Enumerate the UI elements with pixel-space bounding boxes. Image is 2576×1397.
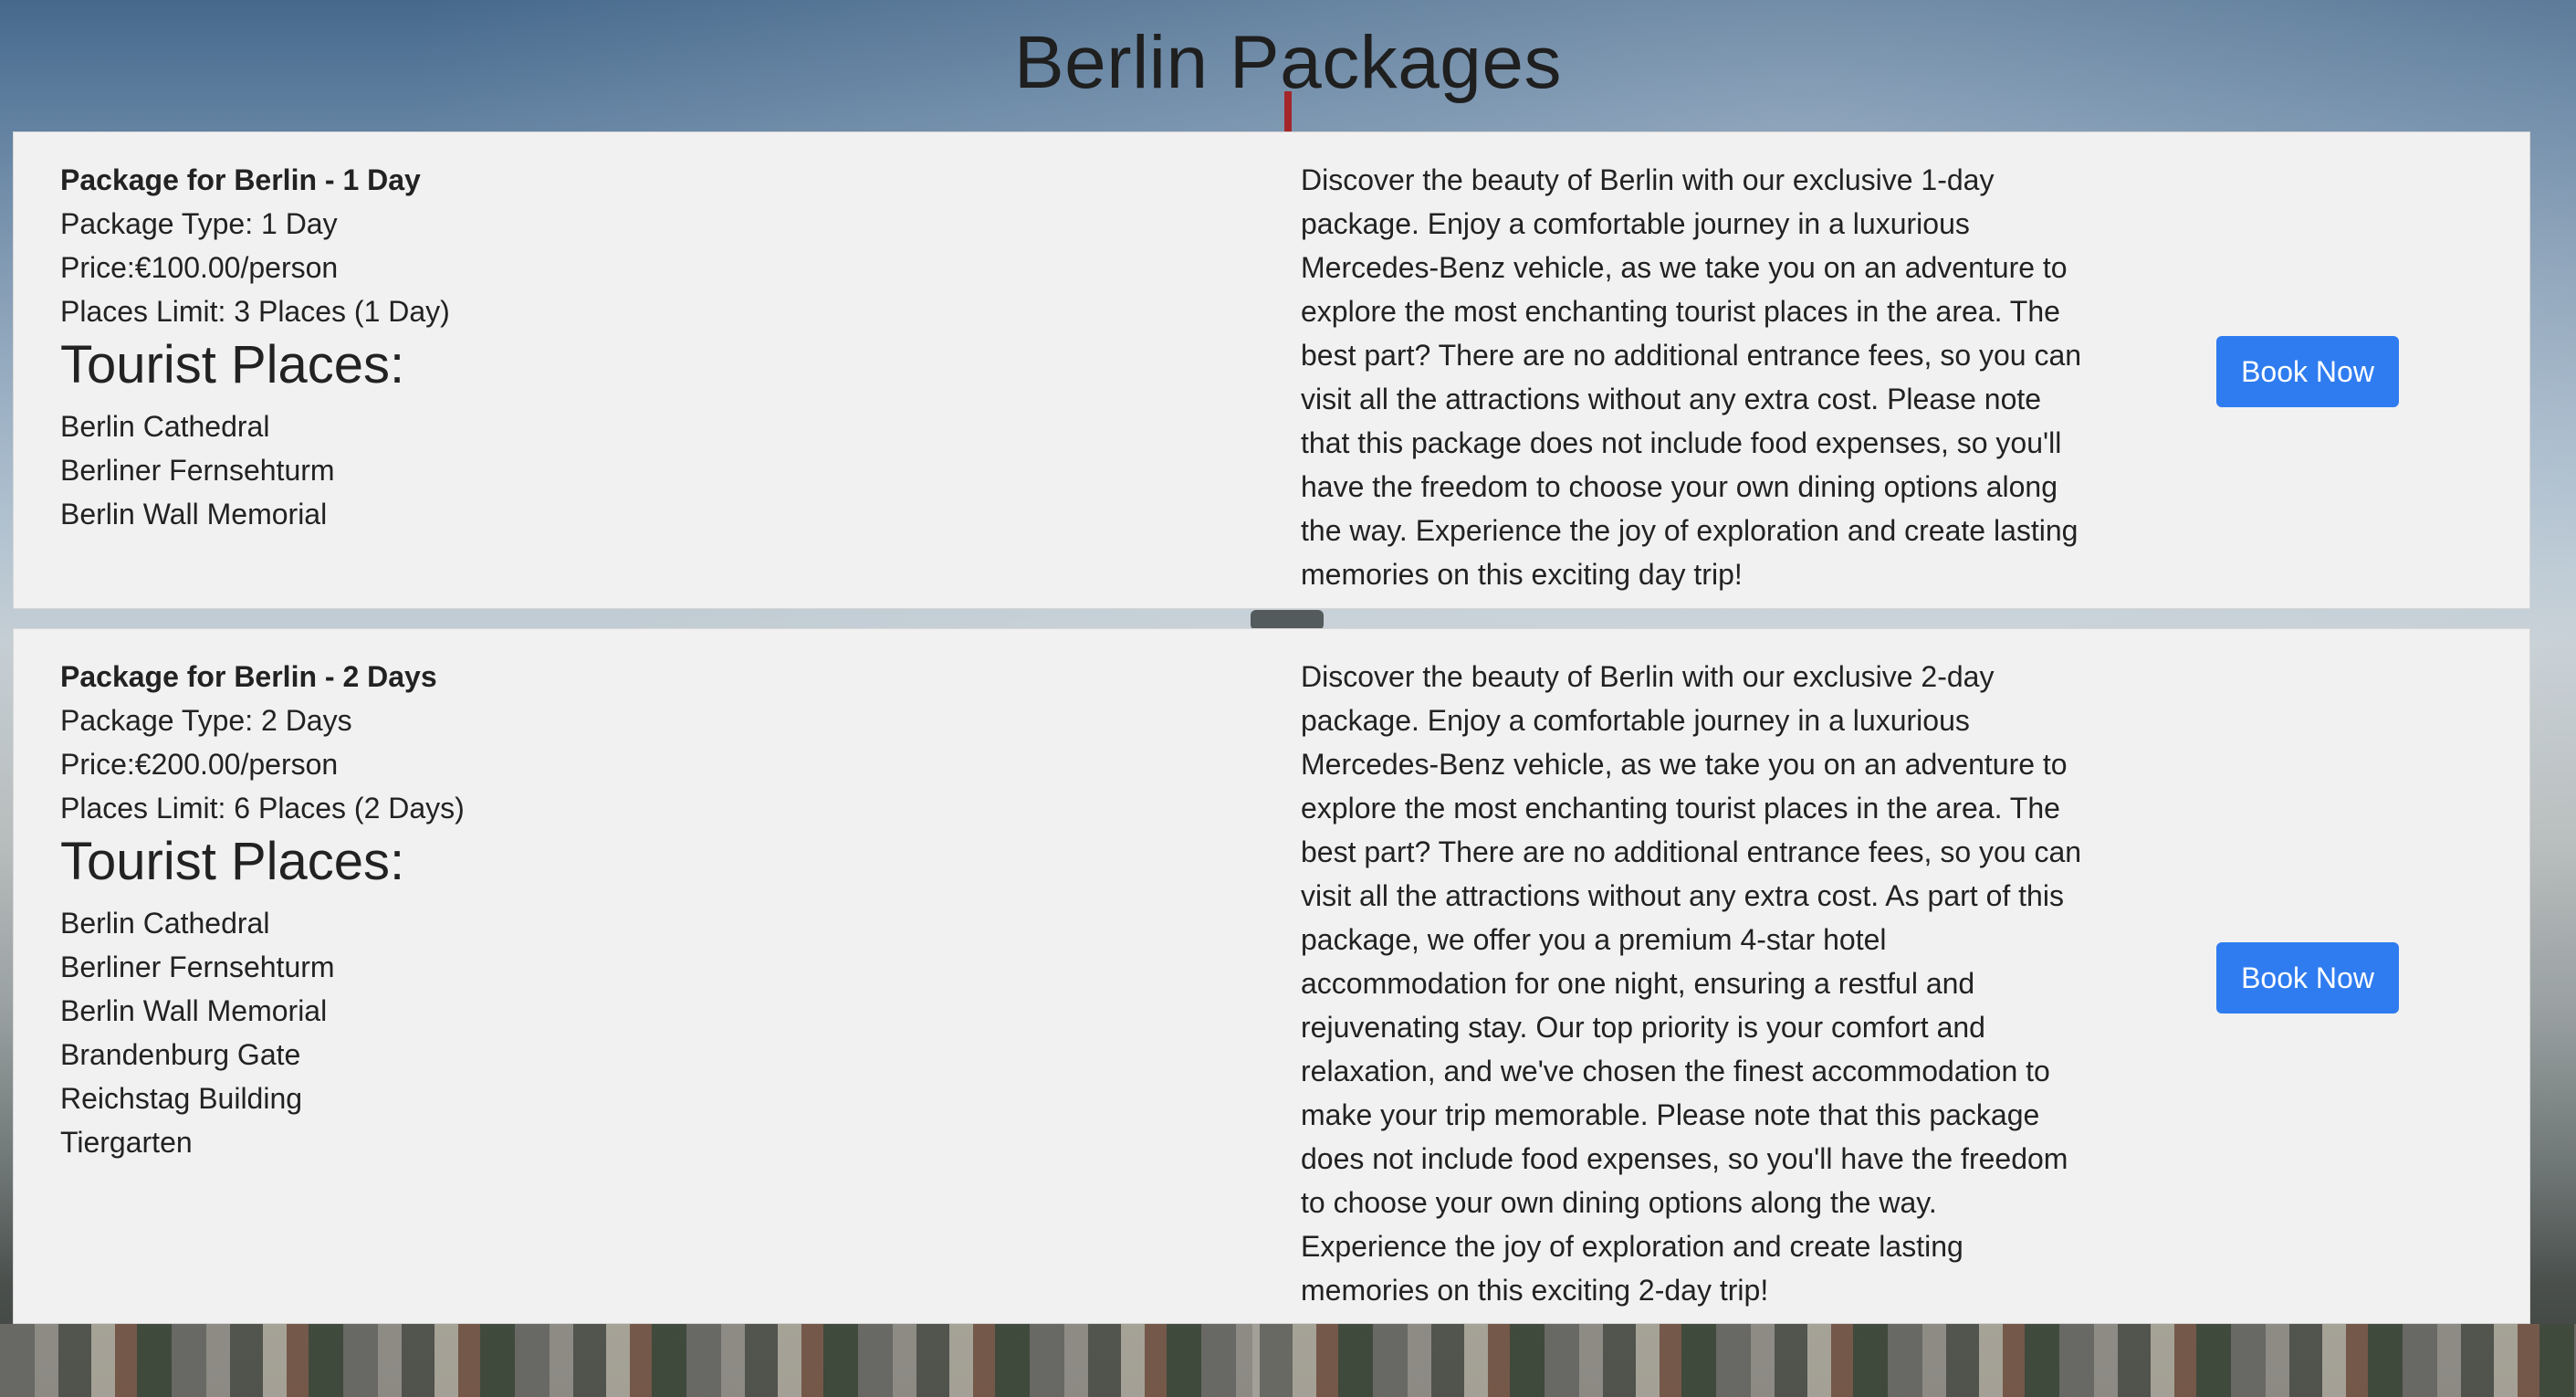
package-price: Price:€200.00/person [60, 748, 339, 781]
tourist-place-item: Berlin Cathedral [60, 410, 270, 443]
tourist-place-item: Berlin Wall Memorial [60, 498, 328, 530]
package-places-limit: Places Limit: 3 Places (1 Day) [60, 295, 450, 328]
book-now-button[interactable]: Book Now [2216, 336, 2399, 407]
tv-tower-sphere [1251, 610, 1324, 630]
package-card-2-days: Package for Berlin - 2 Days Package Type… [13, 628, 2530, 1324]
tourist-places-heading: Tourist Places: [60, 832, 405, 891]
book-now-button[interactable]: Book Now [2216, 942, 2399, 1014]
package-name: Package for Berlin - 2 Days [60, 660, 437, 693]
tourist-place-item: Tiergarten [60, 1126, 193, 1159]
package-type: Package Type: 1 Day [60, 207, 338, 240]
package-places-limit: Places Limit: 6 Places (2 Days) [60, 792, 465, 825]
package-details: Package for Berlin - 2 Days Package Type… [60, 655, 1156, 1164]
package-card-1-day: Package for Berlin - 1 Day Package Type:… [13, 131, 2530, 609]
tourist-place-item: Berliner Fernsehturm [60, 454, 335, 487]
tourist-place-item: Berlin Cathedral [60, 907, 270, 940]
tourist-place-item: Berlin Wall Memorial [60, 994, 328, 1027]
city-skyline-background [0, 1324, 2576, 1397]
package-name: Package for Berlin - 1 Day [60, 163, 421, 196]
tourist-places-list: Berlin Cathedral Berliner Fernsehturm Be… [60, 901, 1156, 1164]
package-type: Package Type: 2 Days [60, 704, 352, 737]
tourist-place-item: Brandenburg Gate [60, 1038, 301, 1071]
package-details: Package for Berlin - 1 Day Package Type:… [60, 158, 1156, 536]
tourist-places-list: Berlin Cathedral Berliner Fernsehturm Be… [60, 404, 1156, 536]
tourist-places-heading: Tourist Places: [60, 335, 405, 394]
package-price: Price:€100.00/person [60, 251, 339, 284]
package-description: Discover the beauty of Berlin with our e… [1301, 163, 2082, 591]
tourist-place-item: Berliner Fernsehturm [60, 951, 335, 983]
package-description: Discover the beauty of Berlin with our e… [1301, 660, 2082, 1307]
tourist-place-item: Reichstag Building [60, 1082, 303, 1115]
page-title: Berlin Packages [1013, 21, 1563, 104]
